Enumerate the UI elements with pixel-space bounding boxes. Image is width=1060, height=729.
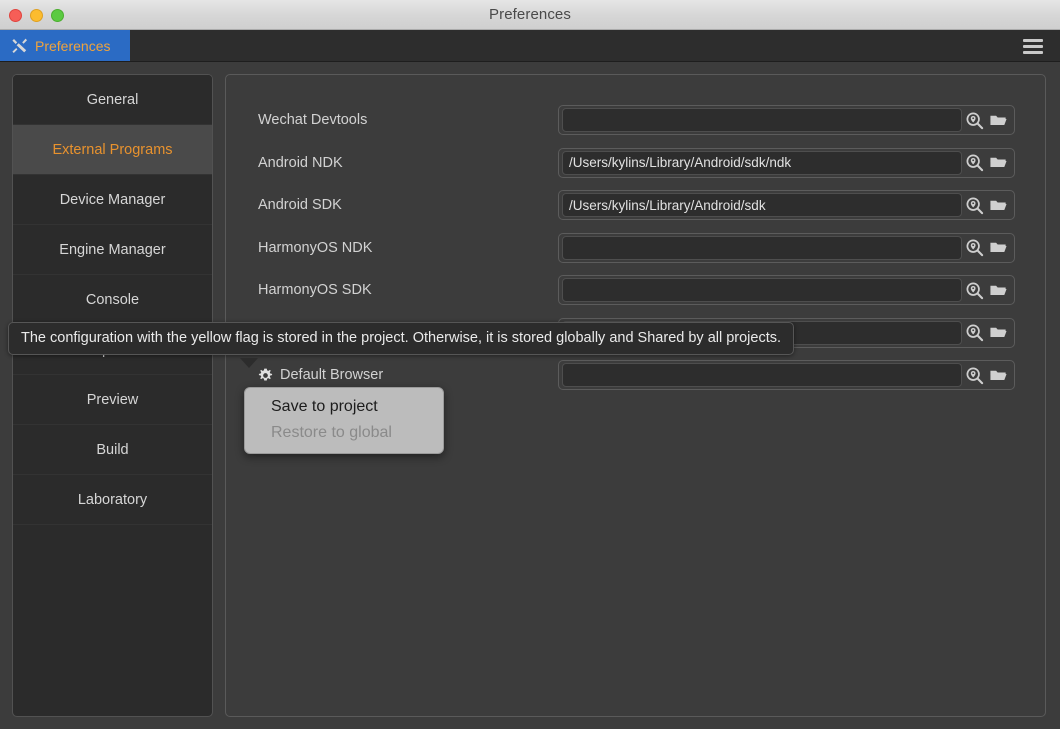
context-menu-item-restore-to-global: Restore to global	[245, 420, 443, 446]
sidebar-item-label: External Programs	[52, 141, 173, 158]
locate-search-icon[interactable]	[962, 151, 986, 175]
gear-icon[interactable]	[258, 368, 273, 383]
row-label: Android NDK	[258, 155, 558, 171]
sidebar-item-external-programs[interactable]: External Programs	[13, 125, 212, 175]
row-label-text: HarmonyOS NDK	[258, 239, 373, 256]
locate-search-icon[interactable]	[962, 108, 986, 132]
flag-tooltip: The configuration with the yellow flag i…	[8, 322, 795, 355]
storage-scope-context-menu: Save to project Restore to global	[244, 387, 444, 454]
locate-search-icon[interactable]	[962, 278, 986, 302]
window-title: Preferences	[489, 6, 571, 23]
tools-icon	[11, 37, 28, 54]
wechat-devtools-path-input[interactable]	[562, 108, 962, 132]
row-label: Wechat Devtools	[258, 112, 558, 128]
sidebar-item-engine-manager[interactable]: Engine Manager	[13, 225, 212, 275]
field-group	[558, 147, 1015, 178]
locate-search-icon[interactable]	[962, 236, 986, 260]
locate-search-icon[interactable]	[962, 321, 986, 345]
row-label-text: Android NDK	[258, 154, 343, 171]
open-folder-icon[interactable]	[986, 278, 1010, 302]
context-menu-item-save-to-project[interactable]: Save to project	[245, 394, 443, 420]
preferences-window: Preferences Preferences General External…	[0, 0, 1060, 729]
window-titlebar: Preferences	[0, 0, 1060, 30]
sidebar-item-general[interactable]: General	[13, 75, 212, 125]
field-row-default-browser: Default Browser	[258, 360, 1031, 390]
preferences-sidebar: General External Programs Device Manager…	[12, 74, 213, 717]
row-label: HarmonyOS SDK	[258, 282, 558, 298]
harmonyos-sdk-path-input[interactable]	[562, 278, 962, 302]
open-folder-icon[interactable]	[986, 363, 1010, 387]
sidebar-item-label: Laboratory	[77, 491, 148, 508]
sidebar-item-label: Device Manager	[59, 191, 166, 208]
sidebar-item-preview[interactable]: Preview	[13, 375, 212, 425]
field-row-android-ndk: Android NDK	[258, 147, 1031, 178]
locate-search-icon[interactable]	[962, 193, 986, 217]
traffic-lights	[9, 0, 64, 30]
hamburger-bar	[1023, 38, 1043, 42]
sidebar-item-label: Build	[96, 441, 129, 458]
context-menu-item-label: Save to project	[271, 398, 378, 415]
context-menu-item-label: Restore to global	[271, 424, 392, 441]
sidebar-item-laboratory[interactable]: Laboratory	[13, 475, 212, 525]
field-row-android-sdk: Android SDK	[258, 190, 1031, 220]
field-group	[558, 232, 1015, 263]
field-group	[558, 105, 1015, 135]
sidebar-item-label: Engine Manager	[59, 241, 166, 258]
field-row-harmonyos-sdk: HarmonyOS SDK	[258, 275, 1031, 305]
locate-search-icon[interactable]	[962, 363, 986, 387]
sidebar-item-console[interactable]: Console	[13, 275, 212, 325]
field-row-harmonyos-ndk: HarmonyOS NDK	[258, 232, 1031, 263]
tab-strip: Preferences	[0, 30, 1060, 62]
sidebar-item-label: Preview	[86, 391, 139, 408]
row-label: Android SDK	[258, 197, 558, 213]
field-group	[558, 275, 1015, 305]
open-folder-icon[interactable]	[986, 193, 1010, 217]
open-folder-icon[interactable]	[986, 108, 1010, 132]
sidebar-item-device-manager[interactable]: Device Manager	[13, 175, 212, 225]
android-ndk-path-input[interactable]	[562, 150, 962, 175]
harmonyos-ndk-path-input[interactable]	[562, 235, 962, 260]
minimize-window-button[interactable]	[30, 8, 43, 22]
row-label-text: Wechat Devtools	[258, 112, 368, 128]
tab-preferences[interactable]: Preferences	[0, 30, 130, 61]
sidebar-item-build[interactable]: Build	[13, 425, 212, 475]
content-area: General External Programs Device Manager…	[0, 62, 1060, 729]
open-folder-icon[interactable]	[986, 151, 1010, 175]
field-row-wechat-devtools: Wechat Devtools	[258, 105, 1031, 135]
hamburger-bar	[1023, 44, 1043, 48]
android-sdk-path-input[interactable]	[562, 193, 962, 217]
sidebar-item-label: General	[86, 91, 139, 108]
flag-tooltip-text: The configuration with the yellow flag i…	[21, 330, 782, 346]
row-label-text: Default Browser	[280, 367, 384, 383]
tab-preferences-label: Preferences	[35, 37, 111, 54]
close-window-button[interactable]	[9, 8, 22, 22]
hamburger-menu-icon[interactable]	[1023, 30, 1045, 62]
row-label: Default Browser	[258, 367, 558, 383]
open-folder-icon[interactable]	[986, 236, 1010, 260]
default-browser-path-input[interactable]	[562, 363, 962, 387]
row-label-text: Android SDK	[258, 197, 342, 213]
row-label-text: HarmonyOS SDK	[258, 282, 372, 298]
field-group	[558, 360, 1015, 390]
maximize-window-button[interactable]	[51, 8, 64, 22]
flag-tooltip-arrow	[240, 358, 258, 368]
open-folder-icon[interactable]	[986, 321, 1010, 345]
hamburger-bar	[1023, 50, 1043, 54]
row-label: HarmonyOS NDK	[258, 240, 558, 256]
sidebar-empty-space	[13, 525, 212, 575]
field-group	[558, 190, 1015, 220]
sidebar-item-label: Console	[85, 291, 140, 308]
